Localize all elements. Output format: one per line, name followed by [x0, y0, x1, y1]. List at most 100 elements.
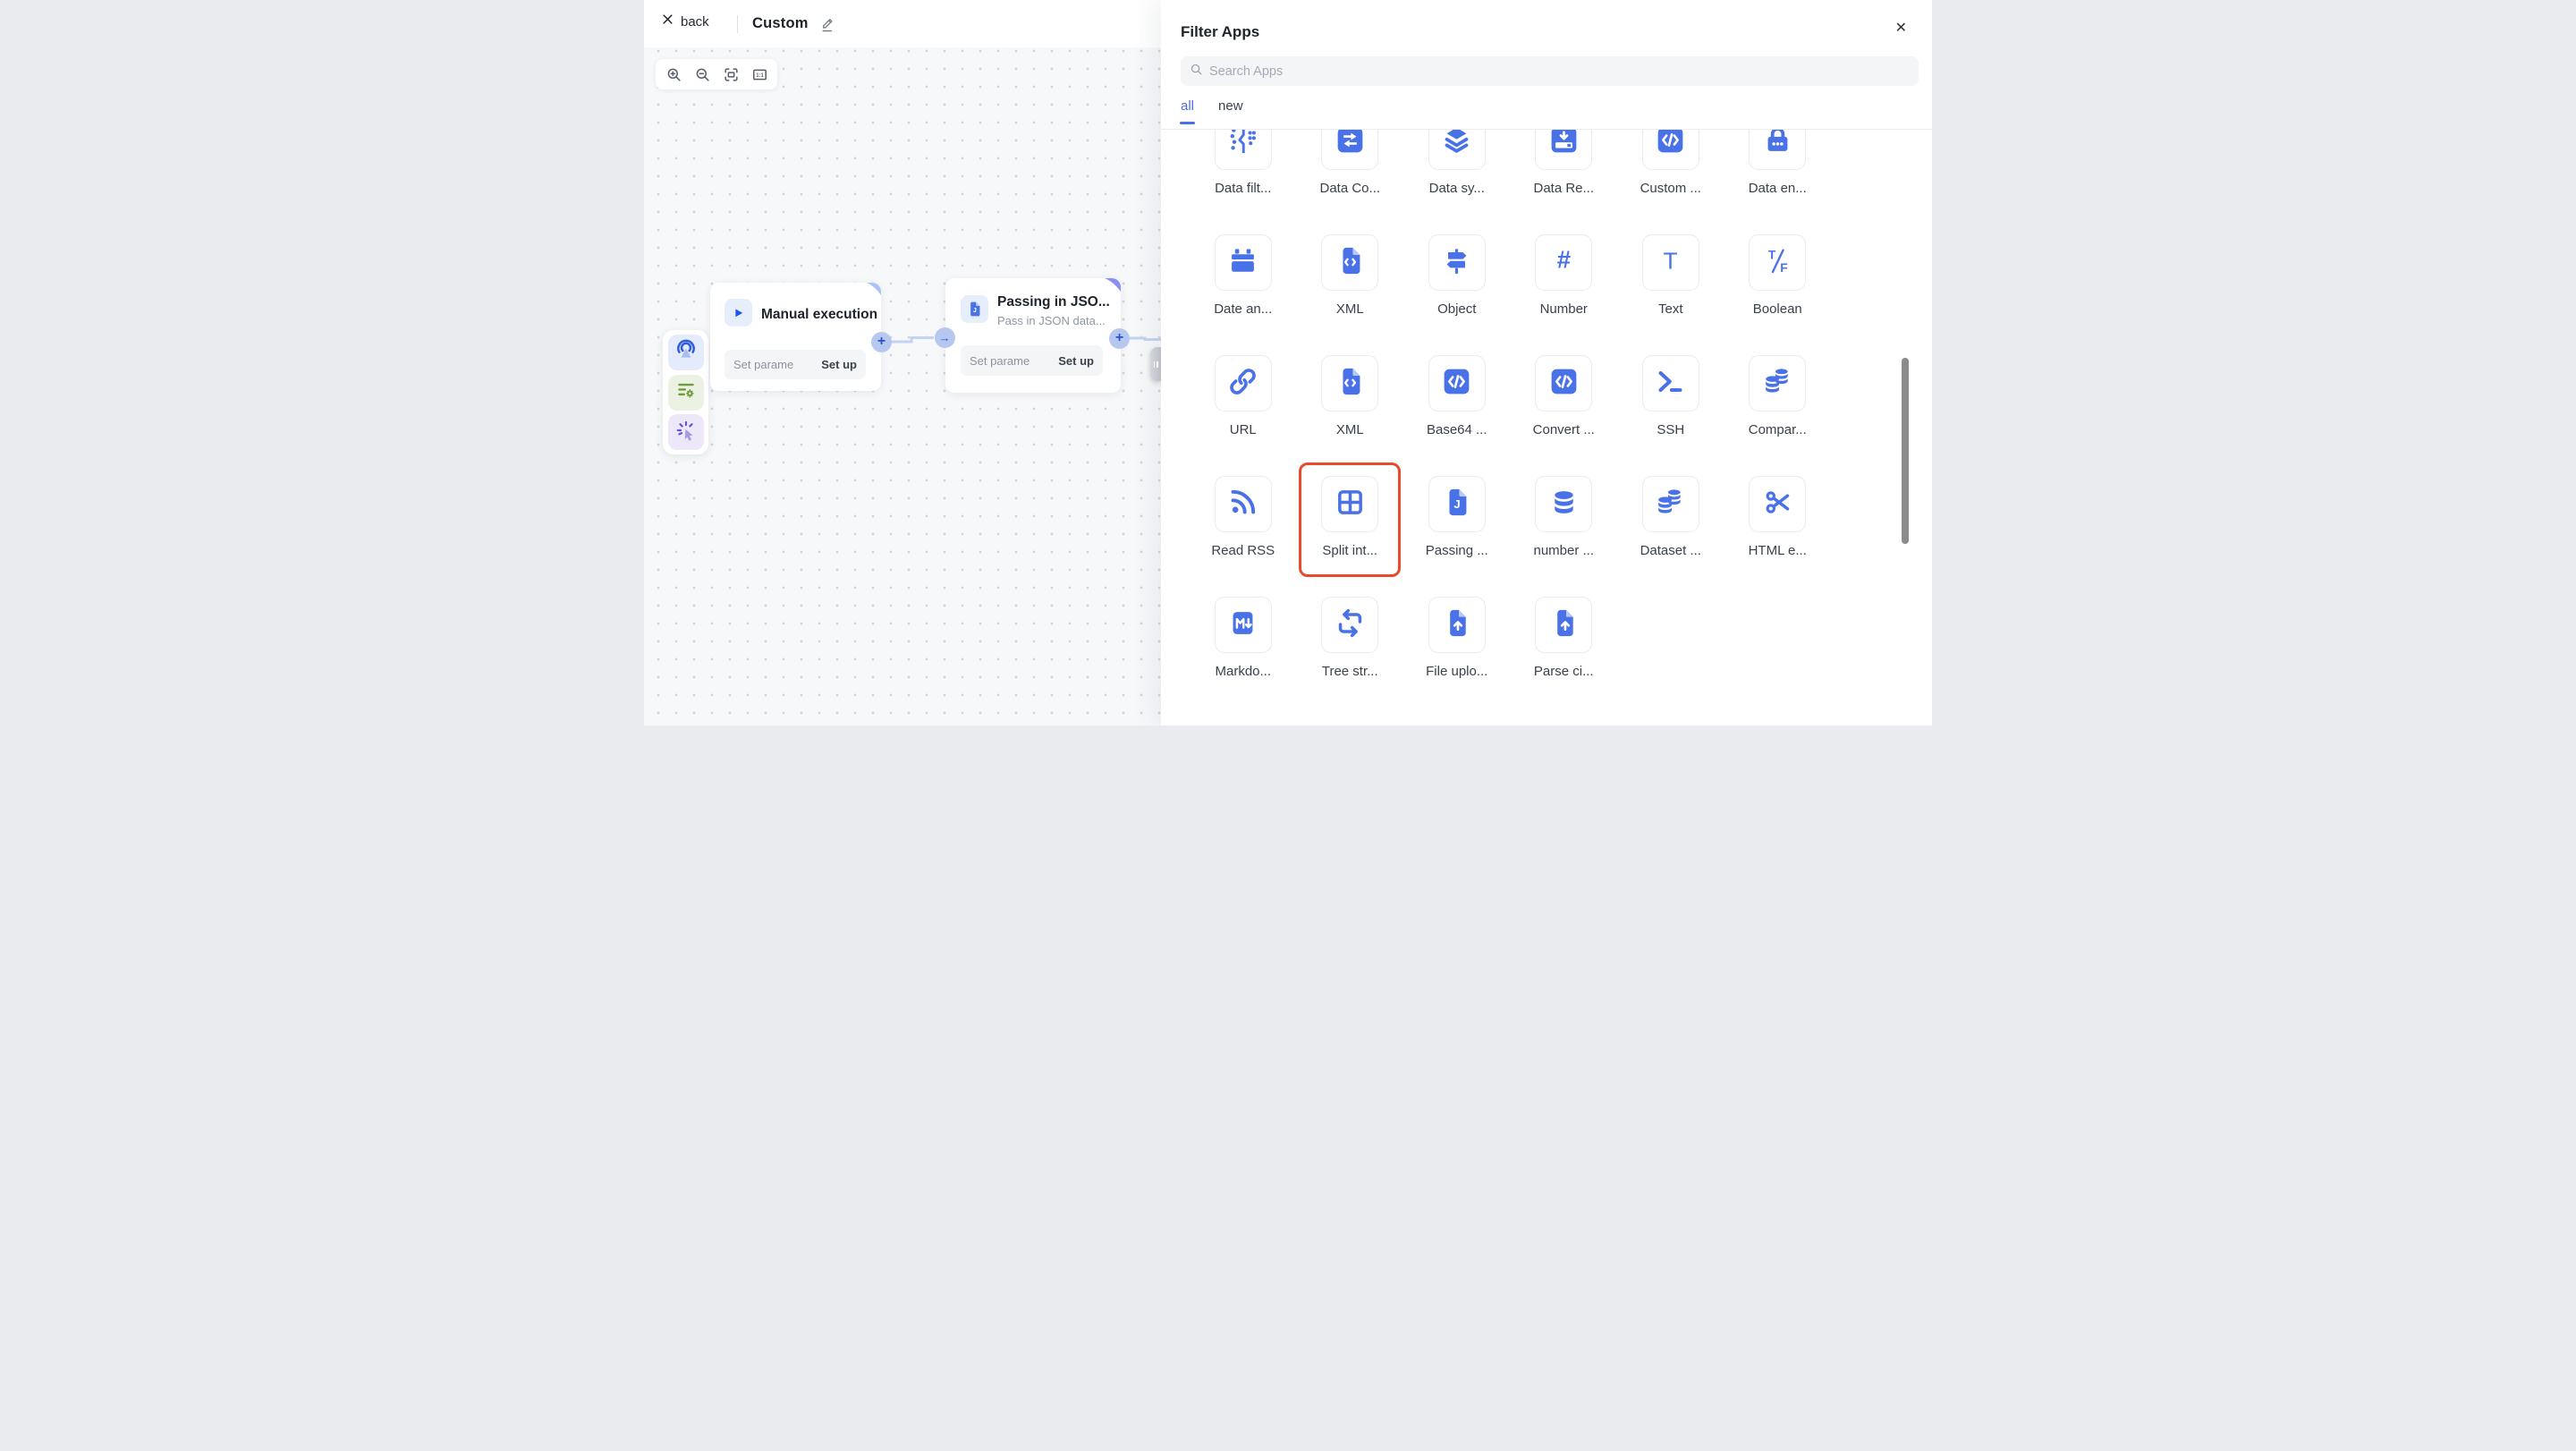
input-port[interactable]: → [935, 327, 955, 348]
collapsed-node-handle[interactable] [1150, 347, 1161, 381]
app-label: Data sy... [1429, 181, 1485, 196]
app-card [1749, 130, 1806, 170]
node-manual-execution[interactable]: Manual execution Set parame Set up [710, 283, 881, 391]
app-item[interactable]: Object [1403, 234, 1511, 355]
tab-all[interactable]: all [1181, 98, 1194, 124]
file-upload-icon [1441, 607, 1472, 643]
click-burst-icon [674, 419, 698, 446]
actual-size-icon[interactable]: 1:1 [748, 63, 771, 86]
app-item[interactable]: XML [1297, 355, 1404, 476]
app-item[interactable]: Data filt... [1190, 130, 1297, 234]
app-label: File uplo... [1426, 664, 1487, 679]
app-label: Base64 ... [1427, 422, 1487, 437]
node-title: Passing in JSO... [997, 294, 1110, 310]
search-icon [1190, 63, 1203, 81]
app-item[interactable]: JPassing ... [1403, 476, 1511, 597]
app-item[interactable]: Data en... [1724, 130, 1832, 234]
parameters-node-button[interactable] [668, 375, 704, 411]
calendar-icon [1227, 245, 1258, 281]
app-card [1535, 476, 1592, 532]
app-label: number ... [1533, 543, 1594, 558]
code-tile-icon [1441, 366, 1472, 402]
edit-title-button[interactable] [820, 14, 835, 33]
database-multi-icon [1655, 487, 1686, 522]
app-item[interactable]: Convert ... [1511, 355, 1618, 476]
search-input[interactable] [1209, 64, 1910, 79]
app-item[interactable]: Date an... [1190, 234, 1297, 355]
app-item[interactable]: TText [1617, 234, 1724, 355]
app-item[interactable]: Data sy... [1403, 130, 1511, 234]
app-item[interactable]: number ... [1511, 476, 1618, 597]
trigger-node-button[interactable] [668, 335, 704, 370]
node-subtitle: Pass in JSON data... [997, 314, 1106, 327]
app-card [1535, 597, 1592, 653]
app-label: Data Re... [1533, 181, 1594, 196]
xml-file-icon [1335, 366, 1366, 402]
app-card: TF [1749, 234, 1806, 291]
panel-title: Filter Apps [1181, 23, 1259, 41]
plus-icon: + [1115, 331, 1123, 346]
app-label: Tree str... [1322, 664, 1378, 679]
app-item[interactable]: Compar... [1724, 355, 1832, 476]
add-node-port[interactable]: + [871, 332, 892, 352]
app-item[interactable]: Data Re... [1511, 130, 1618, 234]
header-bar: back Custom [644, 0, 1161, 47]
app-item[interactable]: Read RSS [1190, 476, 1297, 597]
app-item[interactable]: HTML e... [1724, 476, 1832, 597]
zoom-out-icon[interactable] [691, 63, 714, 86]
markdown-icon [1227, 607, 1258, 643]
archive-down-icon [1548, 130, 1580, 160]
fit-view-icon[interactable] [719, 63, 742, 86]
app-card [1428, 130, 1486, 170]
app-label: Dataset ... [1640, 543, 1701, 558]
app-item[interactable]: File uplo... [1403, 597, 1511, 717]
back-button[interactable]: back [662, 13, 709, 30]
workflow-canvas[interactable]: 1:1 [644, 47, 1161, 726]
svg-text:J: J [973, 307, 977, 314]
app-item[interactable]: Data Co... [1297, 130, 1404, 234]
setup-button[interactable]: Set up [821, 358, 857, 371]
setup-button[interactable]: Set up [1058, 354, 1094, 368]
app-label: Read RSS [1211, 543, 1275, 558]
app-item[interactable]: Tree str... [1297, 597, 1404, 717]
app-item[interactable]: XML [1297, 234, 1404, 355]
svg-text:T: T [1664, 247, 1678, 274]
code-tile-icon [1655, 130, 1686, 160]
signpost-icon [1441, 245, 1472, 281]
app-item[interactable]: Base64 ... [1403, 355, 1511, 476]
node-passing-json[interactable]: J Passing in JSO... Pass in JSON data...… [945, 278, 1121, 393]
layers-icon [1441, 130, 1472, 160]
app-label: Number [1540, 301, 1588, 317]
scrollbar-thumb[interactable] [1902, 358, 1909, 544]
node-type-toolbar [663, 330, 708, 454]
app-label: SSH [1657, 422, 1684, 437]
app-item[interactable]: SSH [1617, 355, 1724, 476]
app-item[interactable]: Parse ci... [1511, 597, 1618, 717]
search-box [1181, 56, 1919, 86]
app-card [1428, 234, 1486, 291]
app-card [1428, 597, 1486, 653]
app-label: HTML e... [1749, 543, 1807, 558]
filter-apps-panel: Filter Apps ✕ all new Data filt... Data C… [1161, 0, 1932, 726]
app-item[interactable]: Split int... [1297, 476, 1404, 597]
grid-icon [1335, 487, 1366, 522]
action-node-button[interactable] [668, 414, 704, 450]
tab-new[interactable]: new [1218, 98, 1243, 124]
svg-text:F: F [1780, 259, 1787, 274]
zoom-in-icon[interactable] [662, 63, 685, 86]
app-item[interactable]: URL [1190, 355, 1297, 476]
app-card [1642, 476, 1699, 532]
apps-scroll-area[interactable]: Data filt... Data Co... Data sy... Data Re.… [1190, 130, 1843, 726]
app-card: # [1535, 234, 1592, 291]
app-item[interactable]: # Number [1511, 234, 1618, 355]
close-panel-button[interactable]: ✕ [1895, 21, 1907, 36]
app-item[interactable]: Custom ... [1617, 130, 1724, 234]
app-item[interactable]: Markdo... [1190, 597, 1297, 717]
app-item[interactable]: TFBoolean [1724, 234, 1832, 355]
app-item[interactable]: Dataset ... [1617, 476, 1724, 597]
app-label: XML [1336, 422, 1364, 437]
add-node-port[interactable]: + [1109, 328, 1130, 349]
app-label: Data filt... [1215, 181, 1271, 196]
plus-icon: + [877, 335, 886, 350]
loop-icon [1335, 607, 1366, 643]
